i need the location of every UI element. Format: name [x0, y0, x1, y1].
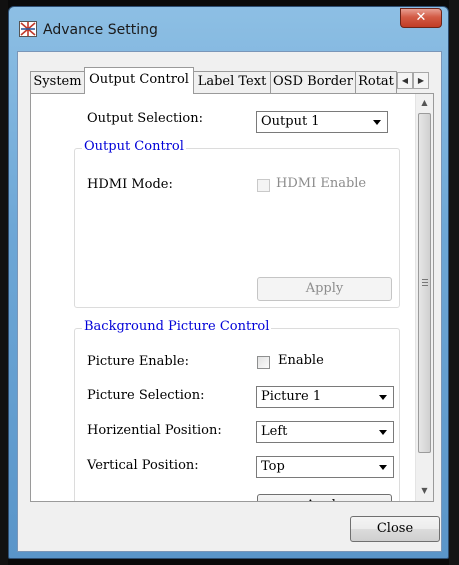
picture-selection-value: Picture 1	[261, 389, 322, 404]
tab-osd-border[interactable]: OSD Border	[270, 71, 356, 93]
picture-selection-label: Picture Selection:	[87, 388, 205, 403]
app-icon	[19, 21, 37, 37]
advance-setting-window: Advance Setting ✕ System Output Control …	[8, 6, 449, 559]
background-picture-group-title: Background Picture Control	[82, 319, 272, 334]
output-control-group-title: Output Control	[82, 139, 186, 154]
horizontal-position-dropdown[interactable]: Left	[256, 421, 394, 443]
dialog-client-area: System Output Control Label Text OSD Bor…	[17, 51, 442, 552]
dropdown-arrow-icon	[379, 465, 387, 470]
panel-vertical-scrollbar[interactable]: ▲ ▼	[415, 94, 433, 501]
tab-label-text[interactable]: Label Text	[193, 71, 271, 93]
vertical-position-value: Top	[261, 459, 285, 474]
vertical-position-label: Vertical Position:	[87, 458, 199, 473]
thumb-grip-line	[422, 282, 428, 283]
dropdown-arrow-icon	[379, 395, 387, 400]
window-title: Advance Setting	[43, 22, 158, 38]
desktop-background-right	[449, 0, 459, 565]
scrollbar-thumb[interactable]	[418, 113, 431, 453]
picture-enable-checkbox[interactable]	[257, 356, 270, 369]
tab-strip: System Output Control Label Text OSD Bor…	[30, 67, 430, 94]
tab-output-control[interactable]: Output Control	[84, 67, 194, 94]
thumb-grip-line	[422, 279, 428, 280]
enable-label: Enable	[278, 353, 324, 368]
dropdown-arrow-icon	[379, 430, 387, 435]
scroll-right-icon[interactable]: ▶	[413, 72, 429, 89]
horizontal-position-value: Left	[261, 424, 288, 439]
title-bar[interactable]: Advance Setting ✕	[9, 7, 448, 51]
tab-rotate[interactable]: Rotat	[355, 71, 397, 93]
output-selection-value: Output 1	[261, 114, 320, 129]
output-control-panel: Output Selection: Output 1 Output Contro…	[30, 93, 434, 502]
tab-system[interactable]: System	[30, 71, 85, 93]
output-selection-dropdown[interactable]: Output 1	[256, 111, 388, 133]
hdmi-enable-label: HDMI Enable	[276, 176, 367, 191]
close-icon: ✕	[415, 10, 427, 25]
desktop-background-left	[0, 0, 8, 565]
output-apply-button[interactable]: Apply	[257, 277, 392, 301]
vertical-position-dropdown[interactable]: Top	[256, 456, 394, 478]
close-button[interactable]: Close	[350, 516, 440, 542]
output-selection-label: Output Selection:	[87, 111, 203, 126]
scroll-down-icon[interactable]: ▼	[416, 482, 433, 499]
hdmi-mode-label: HDMI Mode:	[87, 177, 173, 192]
background-apply-button[interactable]: Apply	[257, 494, 392, 501]
picture-selection-dropdown[interactable]: Picture 1	[256, 386, 394, 408]
scroll-up-icon[interactable]: ▲	[416, 94, 433, 111]
dropdown-arrow-icon	[373, 120, 381, 125]
thumb-grip-line	[422, 285, 428, 286]
picture-enable-label: Picture Enable:	[87, 354, 189, 369]
window-close-button[interactable]: ✕	[400, 8, 442, 28]
scroll-left-icon[interactable]: ◀	[397, 72, 413, 89]
hdmi-enable-checkbox[interactable]	[257, 179, 270, 192]
horizontal-position-label: Horizential Position:	[87, 423, 222, 438]
